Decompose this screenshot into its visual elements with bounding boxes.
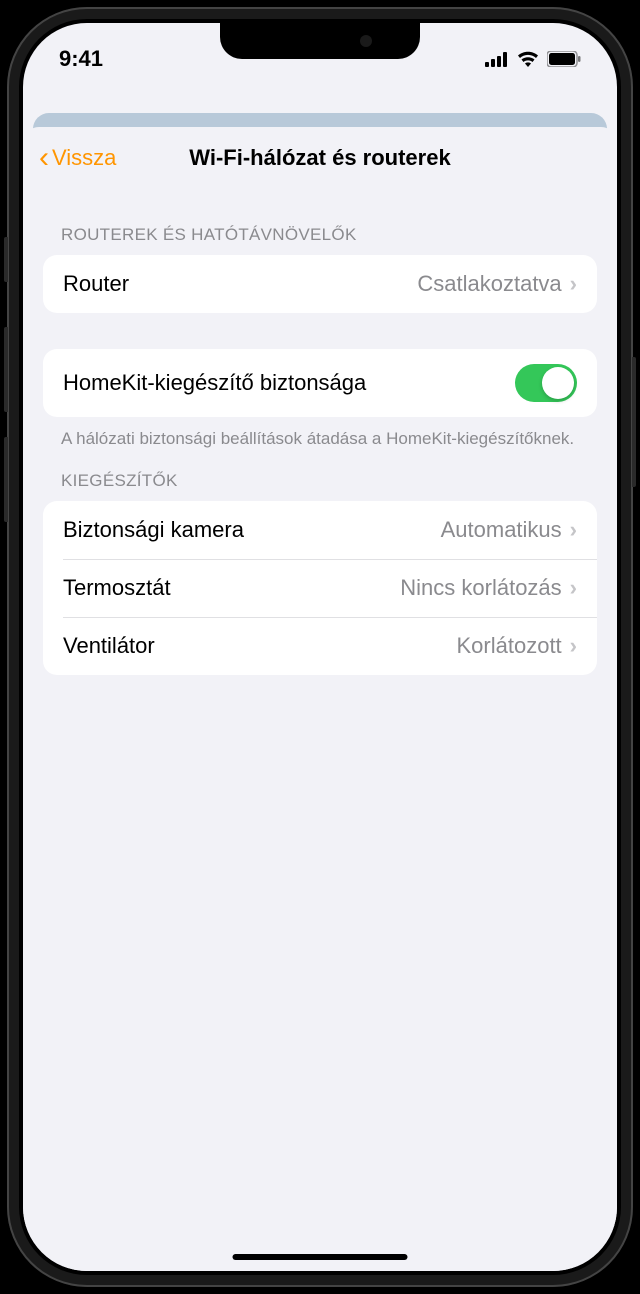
home-indicator[interactable]: [233, 1254, 408, 1260]
navigation-bar: ‹ Vissza Wi-Fi-hálózat és routerek: [23, 127, 617, 189]
accessory-label: Termosztát: [63, 575, 171, 601]
back-label: Vissza: [52, 145, 116, 171]
homekit-security-toggle[interactable]: [515, 364, 577, 402]
notch: [220, 23, 420, 59]
security-footer: A hálózati biztonsági beállítások átadás…: [43, 417, 597, 451]
toggle-knob: [542, 367, 574, 399]
cellular-signal-icon: [485, 52, 509, 67]
routers-section-header: ROUTEREK ÉS HATÓTÁVNÖVELŐK: [43, 189, 597, 255]
chevron-right-icon: ›: [570, 575, 577, 601]
accessory-label: Biztonsági kamera: [63, 517, 244, 543]
chevron-right-icon: ›: [570, 517, 577, 543]
battery-icon: [547, 51, 581, 67]
mute-switch: [4, 237, 8, 282]
volume-up-button: [4, 327, 8, 412]
phone-frame: 9:41 ‹ Vissza Wi-Fi-h: [7, 7, 633, 1287]
accessory-row-thermostat[interactable]: Termosztát Nincs korlátozás ›: [43, 559, 597, 617]
chevron-right-icon: ›: [570, 633, 577, 659]
accessories-list: Biztonsági kamera Automatikus › Termoszt…: [43, 501, 597, 675]
wifi-icon: [517, 51, 539, 67]
accessory-value: Korlátozott ›: [457, 633, 578, 659]
accessory-value: Nincs korlátozás ›: [400, 575, 577, 601]
accessory-row-camera[interactable]: Biztonsági kamera Automatikus ›: [43, 501, 597, 559]
power-button: [632, 357, 636, 487]
accessory-label: Ventilátor: [63, 633, 155, 659]
router-label: Router: [63, 271, 129, 297]
status-time: 9:41: [59, 46, 103, 72]
chevron-left-icon: ‹: [39, 143, 49, 173]
security-list: HomeKit-kiegészítő biztonsága: [43, 349, 597, 417]
router-value: Csatlakoztatva ›: [417, 271, 577, 297]
screen: 9:41 ‹ Vissza Wi-Fi-h: [23, 23, 617, 1271]
chevron-right-icon: ›: [570, 271, 577, 297]
back-button[interactable]: ‹ Vissza: [39, 143, 116, 173]
content: ROUTEREK ÉS HATÓTÁVNÖVELŐK Router Csatla…: [23, 189, 617, 675]
accessory-value: Automatikus ›: [441, 517, 577, 543]
accessories-section-header: KIEGÉSZÍTŐK: [43, 451, 597, 501]
status-icons: [485, 51, 581, 67]
accessory-row-fan[interactable]: Ventilátor Korlátozott ›: [43, 617, 597, 675]
homekit-security-label: HomeKit-kiegészítő biztonsága: [63, 370, 366, 396]
settings-sheet: ‹ Vissza Wi-Fi-hálózat és routerek ROUTE…: [23, 127, 617, 1271]
homekit-security-row[interactable]: HomeKit-kiegészítő biztonsága: [43, 349, 597, 417]
routers-list: Router Csatlakoztatva ›: [43, 255, 597, 313]
volume-down-button: [4, 437, 8, 522]
router-row[interactable]: Router Csatlakoztatva ›: [43, 255, 597, 313]
page-title: Wi-Fi-hálózat és routerek: [189, 145, 450, 171]
